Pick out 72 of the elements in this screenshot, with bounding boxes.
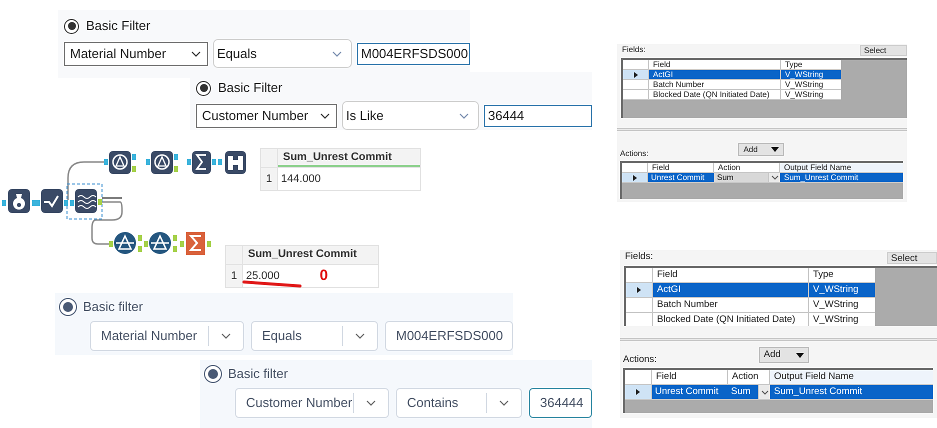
dropdown[interactable]: Equals (213, 39, 352, 68)
section-label: Actions: (623, 353, 657, 367)
row-number: 1 (261, 168, 278, 190)
row-number: 1 (226, 265, 243, 287)
column-header: Field (649, 60, 781, 69)
radio-label: Basic Filter (86, 17, 150, 36)
table-cell[interactable]: V_WString (809, 283, 875, 298)
wave-icon[interactable] (70, 189, 102, 213)
connector-line (91, 201, 123, 245)
radio-button[interactable] (196, 80, 211, 96)
radio-label: Basic filter (83, 298, 143, 316)
column-header: Sum_Unrest Commit (247, 247, 358, 262)
select-button[interactable]: Select (860, 45, 907, 56)
flask-icon[interactable] (2, 189, 36, 213)
table-cell[interactable]: ActGI (653, 283, 809, 298)
input-field[interactable]: 364444 (529, 388, 592, 418)
table-cell[interactable]: Unrest Commit (648, 173, 714, 182)
current-row-icon (636, 286, 642, 294)
selection-frame (66, 184, 102, 220)
triangle-icon[interactable] (144, 232, 177, 254)
radio-button[interactable] (204, 365, 222, 383)
current-row-icon (632, 70, 638, 78)
column-header: Output Field Name (780, 163, 903, 172)
radio-button[interactable] (64, 18, 79, 34)
table-cell[interactable]: ActGI (649, 70, 781, 79)
caret-icon (771, 147, 780, 152)
radio-button[interactable] (59, 298, 77, 316)
column-header: Type (812, 268, 835, 282)
column-header: Type (784, 60, 804, 69)
section-label: Fields: (622, 44, 646, 56)
add-dropdown[interactable]: Add (738, 143, 784, 156)
dropdown[interactable]: Contains (396, 388, 522, 418)
dropdown[interactable]: Material Number (90, 321, 244, 351)
caret-icon (796, 352, 804, 358)
input-field[interactable]: 36444 (484, 104, 592, 126)
table-cell-text: 144.000 (280, 172, 321, 187)
column-header: Field (652, 370, 728, 384)
checkmark-icon[interactable] (36, 189, 68, 213)
radio-label: Basic filter (228, 365, 288, 384)
dropdown[interactable]: Material Number (64, 42, 208, 66)
chevron-icon (770, 175, 778, 180)
current-row-icon (635, 388, 641, 396)
triangle-icon[interactable] (109, 232, 142, 254)
dropdown[interactable]: Customer Number (196, 104, 337, 128)
select-button[interactable]: Select (887, 252, 937, 264)
section-label: Actions: (620, 148, 648, 160)
chevron-icon (760, 390, 768, 395)
current-row-icon (632, 174, 638, 182)
column-header: Field (653, 268, 809, 282)
table-cell[interactable]: Sum (714, 173, 768, 182)
dropdown[interactable]: Equals (251, 321, 378, 351)
table-cell-text: 25.000 (245, 268, 280, 284)
column-header: Field (648, 163, 714, 172)
section-label: Fields: (625, 250, 653, 264)
add-dropdown[interactable]: Add (758, 347, 809, 364)
table-cell[interactable]: Unrest Commit (652, 385, 728, 400)
input-field[interactable]: M004ERFSDS000 (357, 42, 470, 64)
triangle-icon[interactable] (104, 151, 136, 174)
annotation-text: 0 (320, 266, 328, 286)
column-header: Sum_Unrest Commit (278, 149, 420, 167)
table-cell[interactable]: Sum_Unrest Commit (780, 173, 903, 182)
table-cell[interactable]: Sum_Unrest Commit (770, 385, 933, 400)
triangle-icon[interactable] (146, 151, 178, 174)
dropdown[interactable]: Customer Number (235, 388, 389, 418)
table-cell[interactable]: V_WString (781, 70, 841, 79)
table-cell[interactable]: Sum (728, 385, 758, 400)
radio-label: Basic Filter (218, 79, 282, 98)
strike-line (242, 280, 302, 288)
column-header: Output Field Name (770, 370, 933, 384)
sigma-icon[interactable] (187, 151, 216, 174)
input-field[interactable]: M004ERFSDS000 (385, 321, 513, 351)
dropdown[interactable]: Is Like (342, 101, 479, 130)
